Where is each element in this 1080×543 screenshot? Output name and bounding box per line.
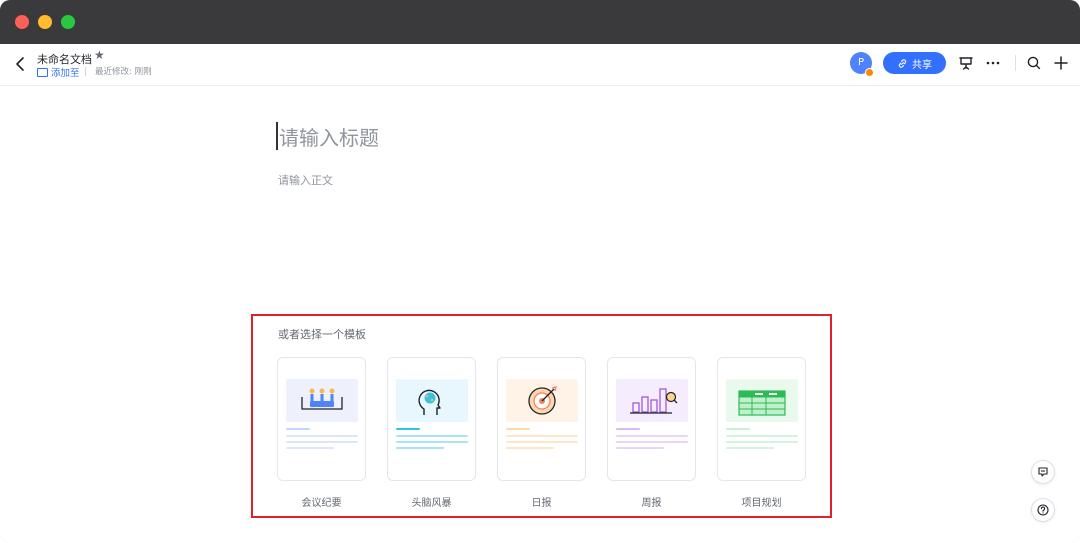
card-line bbox=[616, 435, 688, 437]
template-card-meeting[interactable] bbox=[277, 357, 366, 481]
plus-icon[interactable] bbox=[1052, 54, 1070, 72]
card-line bbox=[396, 428, 420, 430]
add-to-folder-link[interactable]: 添加至 bbox=[37, 65, 80, 79]
template-card-brainstorm[interactable] bbox=[387, 357, 476, 481]
brainstorm-icon bbox=[396, 379, 468, 422]
target-icon bbox=[506, 379, 578, 422]
presentation-icon[interactable] bbox=[957, 54, 975, 72]
doc-header: 未命名文档 ★ 添加至 最近修改: 刚刚 P 共享 bbox=[0, 44, 1080, 86]
comment-button[interactable] bbox=[1031, 460, 1055, 484]
comment-icon bbox=[1038, 467, 1048, 477]
card-line bbox=[616, 428, 640, 430]
close-window-button[interactable] bbox=[15, 15, 29, 29]
card-line bbox=[506, 441, 578, 443]
bar-chart-icon bbox=[616, 379, 688, 422]
card-line bbox=[726, 441, 798, 443]
card-line bbox=[286, 428, 310, 430]
folder-icon bbox=[37, 67, 48, 77]
card-line bbox=[396, 441, 468, 443]
template-heading: 或者选择一个模板 bbox=[278, 328, 366, 341]
last-modified-text: 最近修改: 刚刚 bbox=[95, 67, 152, 77]
minimize-window-button[interactable] bbox=[38, 15, 52, 29]
table-icon bbox=[726, 379, 798, 422]
text-caret bbox=[276, 122, 278, 150]
card-line bbox=[616, 441, 688, 443]
template-label: 会议纪要 bbox=[301, 498, 342, 509]
title-input[interactable]: 请输入标题 bbox=[279, 122, 379, 151]
back-arrow-icon[interactable] bbox=[12, 55, 30, 73]
add-to-label: 添加至 bbox=[51, 68, 80, 79]
template-card-daily-report[interactable] bbox=[497, 357, 586, 481]
card-line bbox=[396, 435, 468, 437]
template-card-project-plan[interactable] bbox=[717, 357, 806, 481]
card-line bbox=[726, 428, 750, 430]
card-line bbox=[286, 447, 334, 449]
header-separator bbox=[85, 67, 86, 76]
star-icon[interactable]: ★ bbox=[94, 48, 105, 62]
header-divider bbox=[1015, 55, 1016, 71]
template-label: 头脑风暴 bbox=[411, 498, 452, 509]
more-icon[interactable] bbox=[984, 54, 1002, 72]
card-line bbox=[286, 435, 358, 437]
card-line bbox=[616, 447, 664, 449]
template-label: 周报 bbox=[641, 498, 662, 509]
card-line bbox=[286, 441, 358, 443]
card-line bbox=[506, 447, 554, 449]
template-label: 日报 bbox=[531, 498, 552, 509]
search-icon[interactable] bbox=[1025, 54, 1043, 72]
help-button[interactable] bbox=[1031, 498, 1055, 522]
share-label: 共享 bbox=[912, 59, 932, 71]
help-icon bbox=[1037, 504, 1049, 516]
template-card-weekly-report[interactable] bbox=[607, 357, 696, 481]
link-icon bbox=[898, 58, 907, 68]
zoom-window-button[interactable] bbox=[61, 15, 75, 29]
card-line bbox=[396, 447, 444, 449]
card-line bbox=[506, 435, 578, 437]
meeting-icon bbox=[286, 379, 358, 422]
app-window: 未命名文档 ★ 添加至 最近修改: 刚刚 P 共享 请输入标题 请输入正文 或者… bbox=[0, 0, 1080, 543]
window-titlebar bbox=[0, 0, 1080, 44]
template-label: 项目规划 bbox=[741, 498, 782, 509]
card-line bbox=[726, 435, 798, 437]
card-line bbox=[506, 428, 530, 430]
avatar-status-dot bbox=[865, 68, 874, 77]
share-button[interactable]: 共享 bbox=[883, 52, 946, 74]
card-line bbox=[726, 447, 774, 449]
body-input[interactable]: 请输入正文 bbox=[278, 172, 333, 188]
